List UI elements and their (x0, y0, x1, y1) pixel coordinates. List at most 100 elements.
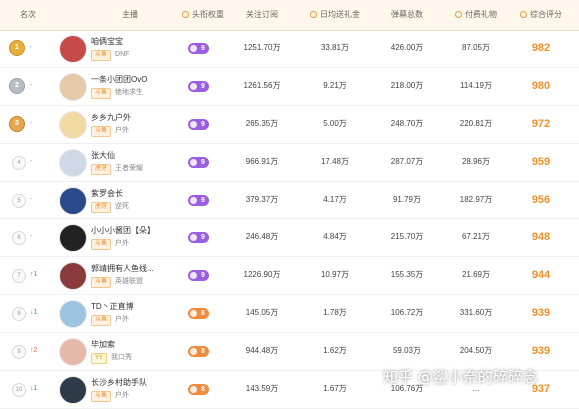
table-header: 名次 主播 头衔权重 关注订阅 日均送礼金 弹幕总数 付费礼物 综合评分 (0, 0, 579, 31)
rank-number: 9 (12, 345, 26, 360)
platform-badge: 斗鱼 (91, 50, 112, 61)
anchor-meta: 斗鱼 英雄联盟 (91, 277, 143, 289)
follow-count: 143.59万 (245, 384, 279, 394)
rank-trend: - (30, 44, 33, 51)
paid-gift-amount: 204.50万 (459, 346, 493, 356)
avatar[interactable] (59, 148, 87, 177)
anchor-ranking-table: 名次 主播 头衔权重 关注订阅 日均送礼金 弹幕总数 付费礼物 综合评分 1-咱… (0, 0, 579, 409)
anchor-meta: 虎牙 王者荣耀 (91, 163, 144, 175)
table-row[interactable]: 8 ↓1 TD丶正直博 斗鱼 户外 8 145.05万 1.78万 106.72万 331.60万… (0, 295, 579, 334)
follow-count: 379.37万 (245, 194, 279, 204)
header-level[interactable]: 头衔权重 (176, 0, 230, 30)
anchor-category: 户外 (115, 126, 130, 134)
follow-count: 1251.70万 (243, 43, 281, 52)
table-row[interactable]: 3- 乡乡九户外 斗鱼 户外 9 265.35万 5.00万 248.70万 220.81万 97… (0, 106, 579, 144)
rank-number: 5 (12, 193, 26, 208)
anchor-name[interactable]: TD丶正直博 (91, 302, 134, 312)
table-row[interactable]: 4- 张大仙 虎牙 王者荣耀 9 966.91万 17.48万 287.07万 28.96万 95… (0, 144, 579, 182)
gift-amount: 1.67万 (323, 384, 347, 394)
paid-gift-amount: 67.21万 (461, 232, 491, 242)
anchor-name[interactable]: 小小小酱团【朵】 (91, 226, 155, 236)
header-follow[interactable]: 关注订阅 (226, 0, 298, 30)
watermark: 知乎 @鲨小奈的碎碎念 (383, 368, 538, 386)
platform-badge: 斗鱼 (91, 391, 112, 403)
overall-score: 972 (531, 117, 551, 130)
avatar[interactable] (59, 262, 87, 291)
level-badge: 9 (188, 43, 209, 54)
anchor-category: 王者荣耀 (115, 164, 144, 172)
table-row[interactable]: 6- 小小小酱团【朵】 斗鱼 户外 9 246.48万 4.84万 215.70万 67.21万… (0, 219, 579, 258)
follow-count: 265.35万 (245, 118, 279, 128)
follow-count: 145.05万 (245, 308, 279, 318)
danmu-count: 59.03万 (392, 346, 422, 356)
rank-trend: ↓1 (30, 309, 38, 317)
table-body: 1- 咱俩宝宝 斗鱼 DNF 9 1251.70万 33.81万 426.00万 87.05万 9… (0, 30, 579, 409)
avatar[interactable] (59, 300, 87, 329)
danmu-count: 248.70万 (390, 118, 424, 128)
anchor-meta: YY 我口秀 (91, 353, 132, 365)
anchor-category: 户外 (115, 316, 130, 324)
follow-count: 1226.90万 (243, 270, 281, 280)
danmu-count: 106.72万 (390, 308, 424, 318)
anchor-meta: 斗鱼 户外 (91, 315, 130, 327)
anchor-meta: 斗鱼 DNF (91, 50, 129, 61)
gift-amount: 1.78万 (323, 308, 347, 318)
rank-number: 10 (12, 383, 26, 398)
avatar[interactable] (59, 110, 87, 139)
header-rank[interactable]: 名次 (8, 0, 48, 30)
anchor-meta: 斗鱼 户外 (91, 391, 130, 403)
info-icon (520, 11, 527, 18)
gift-amount: 4.84万 (323, 232, 347, 242)
header-gift[interactable]: 日均送礼金 (300, 0, 370, 30)
rank-number: 7 (12, 269, 26, 284)
table-row[interactable]: 7 ↑1 郭靖拥有人鱼线... 斗鱼 英雄联盟 9 1226.90万 10.97万 155.35… (0, 257, 579, 296)
danmu-count: 215.70万 (390, 232, 424, 242)
table-row[interactable]: 5- 紫罗会长 虎牙 逆死 9 379.37万 4.17万 91.79万 182.97万 956 (0, 182, 579, 220)
level-badge: 9 (188, 194, 209, 206)
overall-score: 982 (531, 42, 551, 54)
anchor-name[interactable]: 紫罗会长 (91, 189, 123, 199)
anchor-name[interactable]: 长沙乡村助手队 (91, 378, 147, 388)
rank-trend: - (30, 157, 33, 165)
anchor-name[interactable]: 乡乡九户外 (91, 113, 131, 123)
anchor-category: 户外 (115, 392, 130, 400)
gift-amount: 33.81万 (320, 43, 350, 52)
gift-amount: 1.62万 (323, 346, 347, 356)
avatar[interactable] (59, 224, 87, 253)
paid-gift-amount: 87.05万 (461, 43, 491, 52)
rank-number: 8 (12, 307, 26, 322)
danmu-count: 287.07万 (390, 156, 424, 166)
rank-trend: ↑2 (30, 347, 38, 355)
platform-badge: 斗鱼 (91, 239, 112, 251)
anchor-name[interactable]: 张大仙 (91, 151, 115, 161)
platform-badge: 斗鱼 (91, 125, 112, 137)
header-danmu[interactable]: 弹幕总数 (372, 0, 442, 30)
avatar[interactable] (59, 35, 87, 63)
info-icon (455, 11, 462, 18)
avatar[interactable] (59, 72, 87, 101)
danmu-count: 91.79万 (392, 194, 422, 204)
anchor-name[interactable]: 郭靖拥有人鱼线... (91, 264, 154, 274)
gift-amount: 4.17万 (323, 194, 347, 204)
anchor-meta: 斗鱼 户外 (91, 239, 129, 251)
header-anchor[interactable]: 主播 (70, 0, 190, 30)
table-row[interactable]: 2- 一条小团团OvO 斗鱼 绝地求生 9 1261.56万 9.21万 218.00万 114… (0, 68, 579, 106)
paid-gift-amount: 28.96万 (461, 156, 491, 166)
anchor-name[interactable]: 咱俩宝宝 (91, 37, 123, 47)
overall-score: 956 (531, 193, 551, 206)
level-badge: 9 (188, 118, 209, 130)
anchor-category: 逆死 (115, 202, 130, 210)
rank-number: 4 (12, 155, 26, 170)
anchor-name[interactable]: 毕加索 (91, 340, 115, 350)
level-badge: 8 (188, 384, 209, 396)
avatar[interactable] (59, 338, 87, 367)
header-pay[interactable]: 付费礼物 (446, 0, 506, 30)
avatar[interactable] (59, 186, 87, 215)
anchor-name[interactable]: 一条小团团OvO (91, 75, 147, 85)
header-score[interactable]: 综合评分 (510, 0, 572, 30)
platform-badge: 斗鱼 (91, 87, 112, 99)
follow-count: 944.48万 (245, 346, 279, 356)
rank-trend: ↓1 (30, 385, 38, 393)
platform-badge: 虎牙 (91, 163, 112, 175)
table-row[interactable]: 1- 咱俩宝宝 斗鱼 DNF 9 1251.70万 33.81万 426.00万 87.05万 9… (0, 30, 579, 68)
